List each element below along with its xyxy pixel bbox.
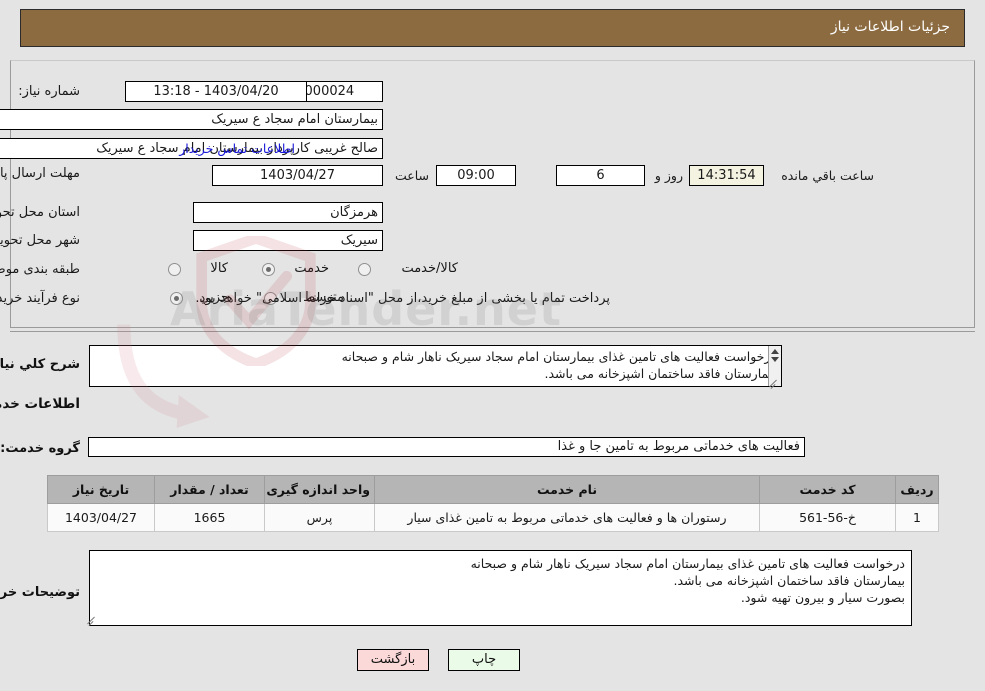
province-label: استان محل تحویل: (0, 205, 80, 220)
province-field[interactable]: هرمزگان (193, 202, 383, 223)
cell-unit: پرس (264, 503, 375, 532)
services-section-heading: اطلاعات خدمات مورد نیاز (0, 396, 80, 412)
services-table: ردیف کد خدمت نام خدمت واحد اندازه گیری ت… (47, 475, 939, 532)
buyer-notes-label: توضیحات خریدار: (0, 585, 80, 600)
service-group-field[interactable]: فعالیت های خدماتی مربوط به تامین جا و غذ… (88, 437, 805, 457)
cell-service-name: رستوران ها و فعالیت های خدماتی مربوط به … (374, 503, 760, 532)
deadline-days-field[interactable]: 6 (556, 165, 645, 186)
city-label: شهر محل تحویل: (0, 233, 80, 248)
summary-label: شرح کلي نیاز: (0, 357, 80, 372)
radio-category-kala-khedmat-label: کالا/خدمت (401, 261, 458, 276)
th-service-code: کد خدمت (759, 475, 896, 504)
deadline-time-label: ساعت (394, 168, 429, 183)
purchase-type-label: نوع فرآیند خرید : (0, 291, 80, 306)
deadline-label: مهلت ارسال پاسخ: تا تاریخ: (0, 166, 80, 181)
deadline-days-label: روز و (654, 168, 683, 183)
buyer-org-field[interactable]: بیمارستان امام سجاد ع سیریک (0, 109, 383, 130)
window-titlebar: جزئیات اطلاعات نیاز (20, 9, 965, 47)
city-field[interactable]: سیریک (193, 230, 383, 251)
purchase-type-note: پرداخت تمام یا بخشی از مبلغ خرید،از محل … (195, 291, 610, 306)
radio-category-khedmat[interactable] (262, 263, 275, 276)
th-service-name: نام خدمت (374, 475, 760, 504)
cell-need-date: 1403/04/27 (47, 503, 155, 532)
scroll-up-icon[interactable] (771, 349, 779, 354)
deadline-time-field[interactable]: 09:00 (436, 165, 516, 186)
radio-category-khedmat-label: خدمت (294, 261, 329, 276)
announce-datetime-field[interactable]: 1403/04/20 - 13:18 (125, 81, 307, 102)
cell-row: 1 (895, 503, 939, 532)
radio-category-kala-label: کالا (210, 261, 228, 276)
radio-category-kala[interactable] (168, 263, 181, 276)
cell-quantity: 1665 (154, 503, 265, 532)
summary-scrollbar[interactable] (768, 346, 781, 386)
countdown-label: ساعت باقي مانده (781, 168, 874, 183)
table-header-row: ردیف کد خدمت نام خدمت واحد اندازه گیری ت… (47, 475, 939, 504)
back-button[interactable]: بازگشت (357, 649, 429, 671)
buyer-notes-textarea[interactable]: درخواست فعالیت های تامین غذای بیمارستان … (89, 550, 912, 626)
th-unit: واحد اندازه گیری (264, 475, 375, 504)
page-title: جزئیات اطلاعات نیاز (830, 19, 950, 35)
service-group-label: گروه خدمت: (0, 441, 80, 456)
th-need-date: تاریخ نیاز (47, 475, 155, 504)
countdown-field: 14:31:54 (689, 165, 764, 186)
th-row: ردیف (895, 475, 939, 504)
need-number-label: شماره نیاز: (18, 84, 80, 99)
deadline-date-field[interactable]: 1403/04/27 (212, 165, 383, 186)
table-row: 1 خ-56-561 رستوران ها و فعالیت های خدمات… (47, 503, 939, 532)
category-label: طبقه بندی موضوعی: (0, 262, 80, 277)
th-quantity: تعداد / مقدار (154, 475, 265, 504)
scroll-down-icon[interactable] (771, 357, 779, 362)
radio-category-kala-khedmat[interactable] (358, 263, 371, 276)
radio-purchase-jozi[interactable] (170, 292, 183, 305)
cell-service-code: خ-56-561 (759, 503, 896, 532)
summary-textarea[interactable]: درخواست فعالیت های تامین غذای بیمارستان … (89, 345, 782, 387)
page-root: جزئیات اطلاعات نیاز شماره نیاز: 11030936… (0, 0, 985, 691)
print-button[interactable]: چاپ (448, 649, 520, 671)
buyer-contact-link[interactable]: اطلاعات تماس خریدار (179, 141, 295, 156)
